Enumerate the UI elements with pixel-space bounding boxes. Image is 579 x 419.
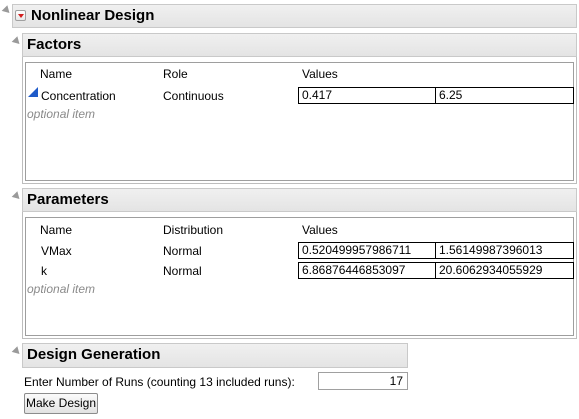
parameter-distribution-k[interactable]: Normal xyxy=(163,264,202,278)
factor-name[interactable]: Concentration xyxy=(41,89,116,103)
title-bar: Nonlinear Design xyxy=(12,4,577,28)
generation-title: Design Generation xyxy=(27,346,161,363)
parameters-col-name: Name xyxy=(40,223,73,237)
number-of-runs-input[interactable]: 17 xyxy=(318,372,408,390)
factors-col-values: Values xyxy=(302,67,338,81)
factors-title: Factors xyxy=(27,36,82,53)
parameter-distribution-vmax[interactable]: Normal xyxy=(163,244,202,258)
parameters-title: Parameters xyxy=(27,191,109,208)
collapse-triangle-icon[interactable] xyxy=(1,5,13,16)
parameter-low-vmax[interactable]: 0.520499957986711 xyxy=(298,242,436,259)
factors-optional-item[interactable]: optional item xyxy=(27,107,95,121)
factor-high-value[interactable]: 6.25 xyxy=(435,87,574,104)
page-title: Nonlinear Design xyxy=(31,7,155,24)
parameter-low-k[interactable]: 6.86876446853097 xyxy=(298,262,436,279)
parameter-name-k[interactable]: k xyxy=(41,264,47,278)
factors-col-role: Role xyxy=(163,67,188,81)
parameter-high-k[interactable]: 20.6062934055929 xyxy=(435,262,574,279)
factor-role[interactable]: Continuous xyxy=(163,89,224,103)
parameters-collapse-icon[interactable] xyxy=(11,191,23,202)
generation-header: Design Generation xyxy=(22,343,408,368)
factors-table xyxy=(25,62,574,181)
factors-col-name: Name xyxy=(40,67,73,81)
generation-collapse-icon[interactable] xyxy=(11,346,23,357)
factors-header: Factors xyxy=(22,33,577,57)
factors-collapse-icon[interactable] xyxy=(11,36,23,47)
parameters-col-values: Values xyxy=(302,223,338,237)
runs-label: Enter Number of Runs (counting 13 includ… xyxy=(24,375,295,389)
parameters-optional-item[interactable]: optional item xyxy=(27,282,95,296)
make-design-button[interactable]: Make Design xyxy=(24,393,98,414)
continuous-factor-icon xyxy=(28,87,38,97)
parameter-high-vmax[interactable]: 1.56149987396013 xyxy=(435,242,574,259)
parameters-header: Parameters xyxy=(22,188,577,212)
factor-low-value[interactable]: 0.417 xyxy=(298,87,436,104)
parameter-name-vmax[interactable]: VMax xyxy=(41,244,72,258)
red-triangle-menu-icon[interactable] xyxy=(15,10,26,21)
parameters-col-distribution: Distribution xyxy=(163,223,224,237)
